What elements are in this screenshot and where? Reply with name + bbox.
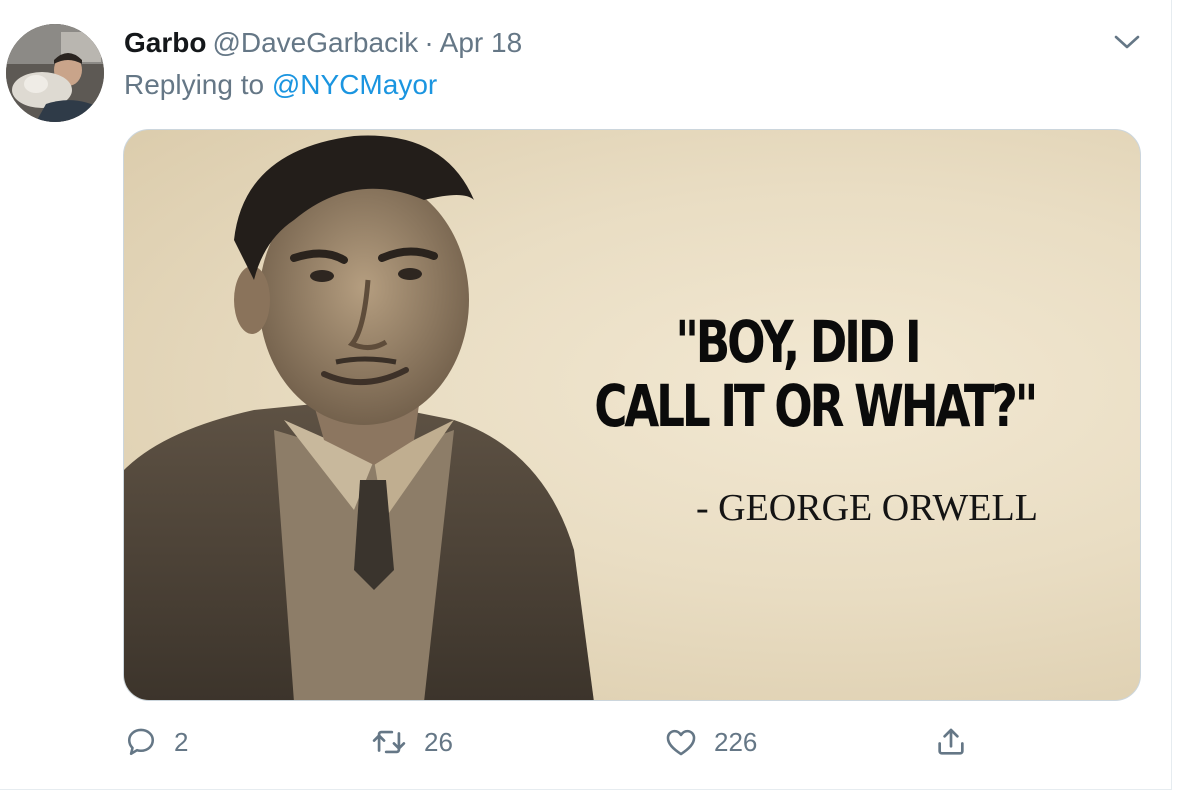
- retweet-icon: [372, 730, 406, 754]
- quote-line-1: "BOY, DID I: [675, 308, 921, 376]
- tweet-actions: 2 26 226: [124, 722, 1024, 762]
- tweet-media[interactable]: "BOY, DID I CALL IT OR WHAT?" - GEORGE O…: [123, 129, 1141, 701]
- meme-attribution: - GEORGE ORWELL: [696, 487, 1038, 529]
- like-icon: [666, 729, 696, 756]
- tweet-date[interactable]: Apr 18: [440, 27, 523, 58]
- avatar[interactable]: [6, 24, 104, 122]
- tweet[interactable]: Garbo @DaveGarbacik · Apr 18 Replying to @N…: [0, 0, 1172, 790]
- replying-to-label: Replying to: [124, 69, 272, 100]
- like-button[interactable]: 226: [664, 722, 757, 762]
- quote-line-2: CALL IT OR WHAT?": [594, 372, 1038, 440]
- separator-dot: ·: [424, 27, 434, 58]
- reply-count: 2: [174, 726, 189, 757]
- meme-quote: "BOY, DID I CALL IT OR WHAT?": [594, 308, 1038, 440]
- replying-to: Replying to @NYCMayor: [124, 68, 437, 102]
- reply-icon: [127, 728, 155, 756]
- user-handle[interactable]: @DaveGarbacik: [212, 27, 418, 58]
- share-button[interactable]: [934, 722, 984, 762]
- like-count: 226: [714, 726, 758, 757]
- reply-button[interactable]: 2: [124, 722, 188, 762]
- display-name[interactable]: Garbo: [124, 27, 206, 58]
- retweet-button[interactable]: 26: [370, 722, 453, 762]
- share-icon: [938, 728, 964, 755]
- tweet-header: Garbo @DaveGarbacik · Apr 18: [124, 26, 522, 60]
- chevron-down-icon[interactable]: [1112, 30, 1142, 54]
- replying-to-link[interactable]: @NYCMayor: [272, 69, 437, 100]
- retweet-count: 26: [424, 726, 453, 757]
